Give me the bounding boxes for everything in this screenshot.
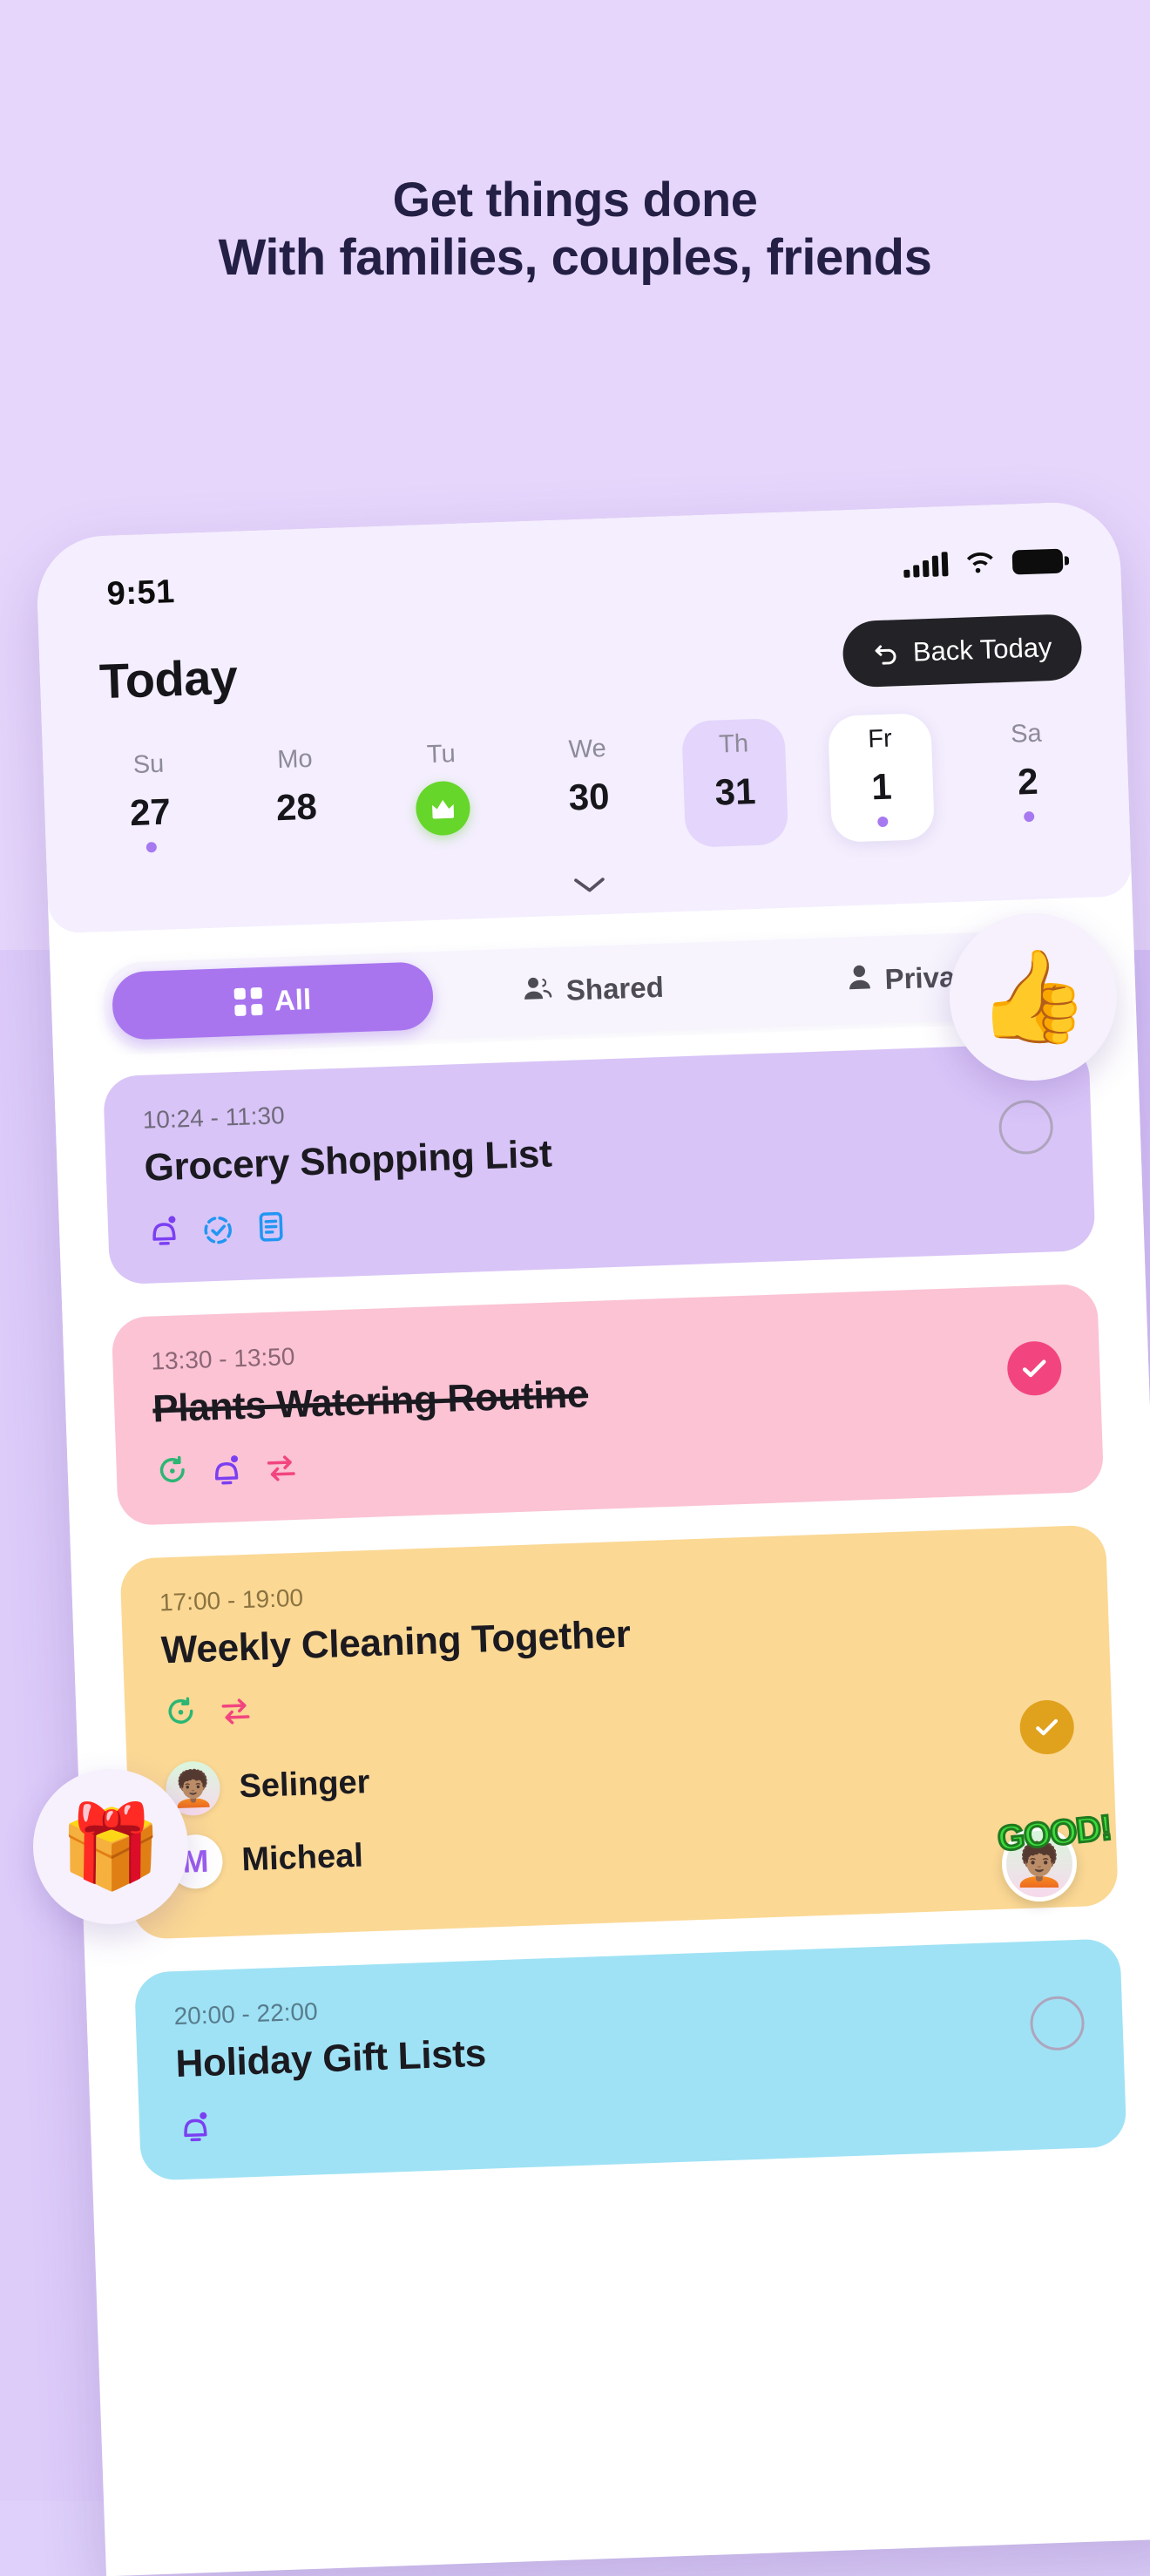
swap-icon (262, 1449, 301, 1491)
day-label: Mo (276, 744, 314, 775)
chevron-down-icon (571, 873, 608, 899)
hero-headline-line2: With families, couples, friends (218, 229, 932, 287)
day-label: Fr (867, 724, 893, 754)
back-today-label: Back Today (912, 632, 1053, 668)
tab-shared[interactable]: Shared (432, 949, 755, 1030)
day-cell-th[interactable]: Th 31 (681, 717, 789, 848)
task-list: 10:24 - 11:30 Grocery Shopping List 13:3… (53, 1019, 1150, 2183)
swap-icon (217, 1692, 255, 1734)
task-card[interactable]: 10:24 - 11:30 Grocery Shopping List (102, 1041, 1096, 1285)
task-card[interactable]: 20:00 - 22:00 Holiday Gift Lists (133, 1938, 1127, 2181)
task-icon-row (154, 1422, 1065, 1495)
member-name: Micheal (240, 1837, 364, 1878)
calendar-header: 9:51 Today Back Today Su 27 Mo 28 Tu We … (35, 500, 1133, 934)
thumbs-up-sticker: 👍 (950, 913, 1117, 1081)
day-cell-su[interactable]: Su 27 (97, 738, 204, 868)
day-number: 2 (1017, 760, 1039, 803)
tab-all[interactable]: All (111, 961, 435, 1041)
day-number: 30 (567, 775, 611, 818)
bell-icon (177, 2108, 213, 2150)
day-label: Th (718, 729, 749, 759)
person-icon (846, 962, 873, 998)
gift-icon: 🎁 (59, 1800, 162, 1892)
day-cell-fr[interactable]: Fr 1 (828, 712, 936, 843)
check-circle-dashed-icon (200, 1210, 236, 1251)
task-members: 🧑🏽‍🦱 Selinger M Micheal (165, 1731, 1079, 1890)
battery-icon (1011, 548, 1064, 575)
day-cell-mo[interactable]: Mo 28 (242, 733, 349, 863)
gift-sticker: 🎁 (33, 1769, 188, 1924)
task-card[interactable]: 13:30 - 13:50 Plants Watering Routine (111, 1283, 1105, 1527)
crown-icon (415, 780, 471, 837)
day-dot (145, 842, 158, 853)
phone-mockup: 9:51 Today Back Today Su 27 Mo 28 Tu We … (35, 500, 1150, 2576)
task-icon-row (145, 1181, 1056, 1253)
day-cell-we[interactable]: We 30 (535, 723, 642, 853)
day-label: Su (132, 749, 165, 779)
day-label: We (568, 734, 607, 764)
member-row[interactable]: 🧑🏽‍🦱 Selinger (165, 1731, 1076, 1817)
repeat-icon (163, 1694, 200, 1736)
back-today-button[interactable]: Back Today (842, 613, 1083, 688)
bell-icon (208, 1451, 245, 1493)
day-dot (877, 816, 889, 828)
member-name: Selinger (238, 1763, 371, 1805)
task-icon-row (163, 1664, 1073, 1736)
thumbs-up-icon: 👍 (977, 946, 1090, 1047)
status-time: 9:51 (105, 573, 176, 613)
wifi-icon (963, 549, 997, 579)
day-dot (1024, 810, 1035, 823)
day-number: 1 (870, 765, 893, 808)
notes-icon (254, 1208, 288, 1250)
day-cell-tu[interactable]: Tu (389, 729, 496, 871)
tab-all-label: All (274, 982, 312, 1017)
day-label: Tu (426, 740, 457, 769)
bell-icon (145, 1211, 182, 1253)
member-row[interactable]: M Micheal (167, 1804, 1079, 1890)
hero-headline: Get things done With families, couples, … (0, 171, 1150, 288)
day-number: 28 (275, 785, 318, 829)
page-title: Today (98, 648, 239, 708)
signal-bars-icon (903, 552, 949, 578)
tab-shared-label: Shared (565, 970, 665, 1007)
status-icons (903, 546, 1064, 580)
task-card[interactable]: 17:00 - 19:00 Weekly Cleaning Together 🧑… (119, 1524, 1119, 1940)
grid-icon (233, 986, 263, 1017)
people-icon (522, 973, 554, 1009)
day-cell-sa[interactable]: Sa 2 (974, 708, 1081, 837)
day-label: Sa (1010, 719, 1043, 749)
day-number: 27 (129, 790, 172, 834)
hero-headline-line1: Get things done (392, 172, 758, 227)
day-number: 31 (714, 770, 757, 813)
repeat-icon (154, 1453, 191, 1495)
task-icon-row (177, 2078, 1087, 2150)
undo-arrow-icon (872, 641, 901, 666)
